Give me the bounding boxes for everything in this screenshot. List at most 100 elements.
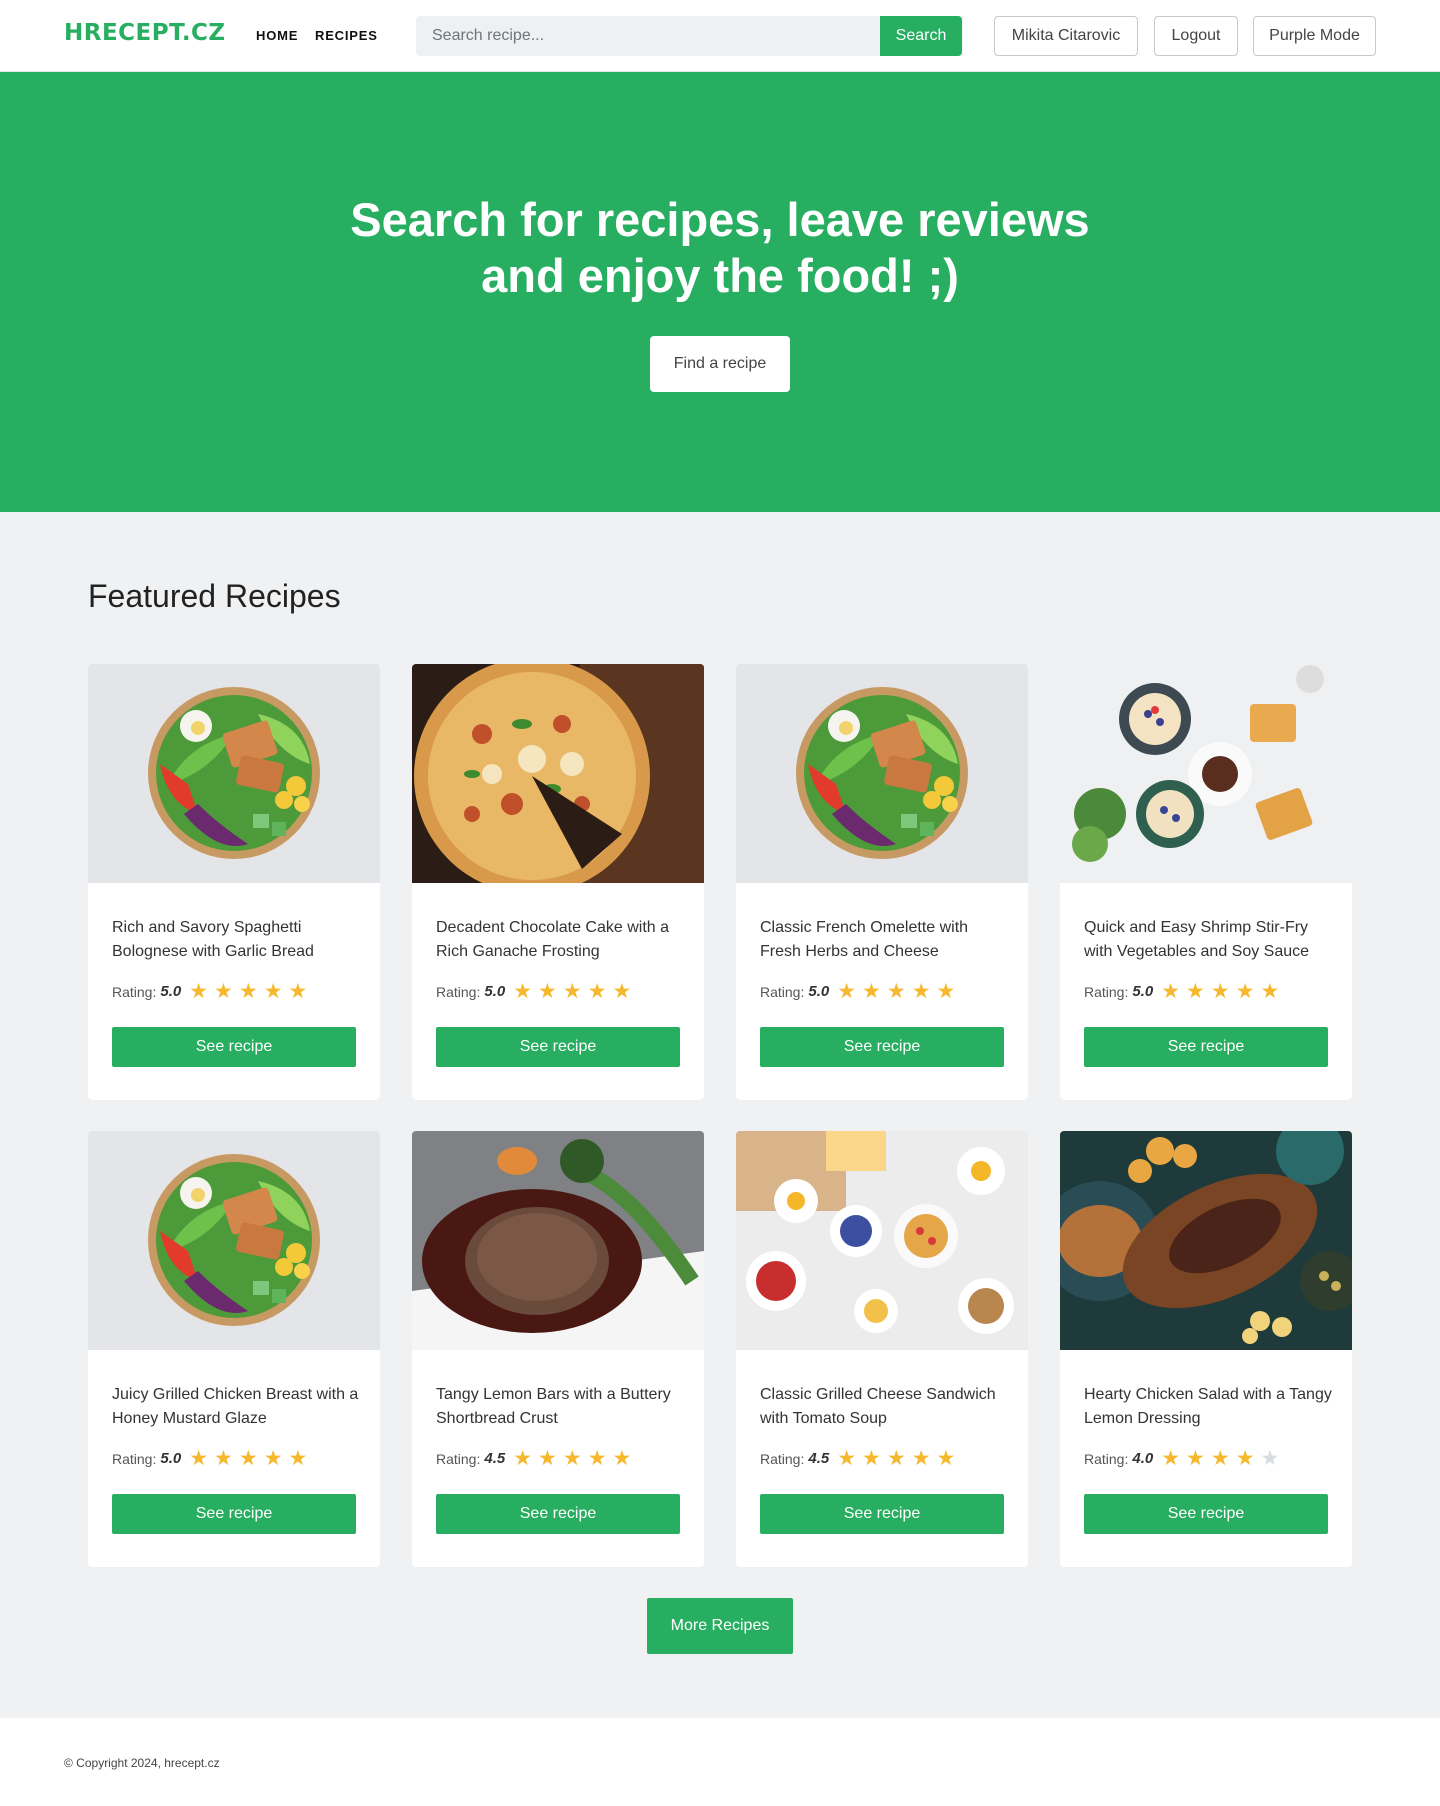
star-icon: ★ [1186, 980, 1205, 1003]
user-profile-button[interactable]: Mikita Citarovic [994, 16, 1138, 56]
star-icon: ★ [936, 980, 956, 1003]
rating-label: Rating: [112, 1450, 157, 1467]
recipe-title: Quick and Easy Shrimp Stir-Fry with Vege… [1084, 919, 1310, 960]
hero-banner: Search for recipes, leave reviews and en… [0, 72, 1440, 512]
rating-label: Rating: [436, 1450, 481, 1467]
see-recipe-button[interactable]: See recipe [1084, 1494, 1328, 1534]
star-icon: ★ [538, 980, 557, 1003]
star-icon: ★ [214, 980, 233, 1003]
recipe-title: Classic Grilled Cheese Sandwich with Tom… [760, 1386, 996, 1427]
copyright-text: © Copyright 2024, hrecept.cz [64, 1756, 220, 1770]
recipe-card: Juicy Grilled Chicken Breast with a Hone… [88, 1131, 380, 1567]
recipe-card: Rich and Savory Spaghetti Bolognese with… [88, 664, 380, 1100]
nav-recipes-link[interactable]: RECIPES [315, 28, 378, 43]
star-icon: ★ [189, 1447, 209, 1470]
rating-value: 5.0 [484, 983, 506, 1000]
recipe-image[interactable] [736, 664, 1028, 883]
star-icon: ★ [862, 980, 881, 1003]
search-button[interactable]: Search [880, 16, 962, 56]
rating-label: Rating: [436, 983, 481, 1000]
recipe-rating: Rating: 4.0 ★ ★ ★ ★ ★ [1084, 1448, 1285, 1469]
site-logo[interactable]: HRECEPT.CZ [64, 20, 226, 46]
star-icon: ★ [1210, 1447, 1230, 1470]
recipe-image[interactable] [1060, 1131, 1352, 1350]
recipe-rating: Rating: 5.0 ★ ★ ★ ★ ★ [436, 981, 637, 1002]
star-icon: ★ [288, 1447, 308, 1470]
star-icon: ★ [837, 980, 857, 1003]
star-icon: ★ [587, 1447, 607, 1470]
recipe-image[interactable] [88, 1131, 380, 1350]
recipe-card: Classic Grilled Cheese Sandwich with Tom… [736, 1131, 1028, 1567]
star-icon: ★ [612, 1447, 632, 1470]
site-header: HRECEPT.CZ HOME RECIPES Search Mikita Ci… [0, 0, 1440, 72]
star-icon: ★ [1210, 980, 1230, 1003]
star-icon: ★ [562, 980, 582, 1003]
star-icon: ★ [288, 980, 308, 1003]
purple-mode-button[interactable]: Purple Mode [1253, 16, 1376, 56]
star-icon: ★ [886, 1447, 906, 1470]
rating-label: Rating: [112, 983, 157, 1000]
see-recipe-button[interactable]: See recipe [112, 1027, 356, 1067]
star-icon: ★ [612, 980, 632, 1003]
star-icon: ★ [1186, 1447, 1205, 1470]
recipe-title: Hearty Chicken Salad with a Tangy Lemon … [1084, 1386, 1332, 1427]
recipe-title: Juicy Grilled Chicken Breast with a Hone… [112, 1386, 359, 1427]
recipe-title: Tangy Lemon Bars with a Buttery Shortbre… [436, 1386, 671, 1427]
hero-title: Search for recipes, leave reviews and en… [320, 192, 1120, 304]
recipe-title: Classic French Omelette with Fresh Herbs… [760, 919, 969, 960]
recipe-image[interactable] [1060, 664, 1352, 883]
more-recipes-button[interactable]: More Recipes [647, 1598, 793, 1654]
rating-value: 5.0 [808, 983, 830, 1000]
star-icon: ★ [1260, 980, 1280, 1003]
see-recipe-button[interactable]: See recipe [760, 1494, 1004, 1534]
star-icon: ★ [1161, 1447, 1181, 1470]
star-icon: ★ [862, 1447, 881, 1470]
rating-label: Rating: [760, 983, 805, 1000]
rating-label: Rating: [1084, 1450, 1129, 1467]
rating-label: Rating: [760, 1450, 805, 1467]
rating-value: 4.5 [808, 1450, 830, 1467]
star-icon: ★ [587, 980, 607, 1003]
hero-title-line-2: and enjoy the food! ;) [481, 249, 959, 302]
recipe-title: Decadent Chocolate Cake with a Rich Gana… [436, 919, 670, 960]
star-icon: ★ [238, 980, 258, 1003]
see-recipe-button[interactable]: See recipe [1084, 1027, 1328, 1067]
recipe-image[interactable] [412, 1131, 704, 1350]
see-recipe-button[interactable]: See recipe [760, 1027, 1004, 1067]
star-icon: ★ [886, 980, 906, 1003]
rating-value: 4.5 [484, 1450, 506, 1467]
star-icon: ★ [513, 980, 533, 1003]
see-recipe-button[interactable]: See recipe [436, 1494, 680, 1534]
recipe-image[interactable] [736, 1131, 1028, 1350]
recipe-card: Decadent Chocolate Cake with a Rich Gana… [412, 664, 704, 1100]
star-icon: ★ [837, 1447, 857, 1470]
rating-value: 5.0 [1132, 983, 1154, 1000]
star-icon: ★ [238, 1447, 258, 1470]
recipe-rating: Rating: 5.0 ★ ★ ★ ★ ★ [760, 981, 961, 1002]
star-icon: ★ [214, 1447, 233, 1470]
star-icon: ★ [263, 1447, 283, 1470]
recipe-rating: Rating: 4.5 ★ ★ ★ ★ ★ [760, 1448, 961, 1469]
nav-home-link[interactable]: HOME [256, 28, 298, 43]
star-icon: ★ [538, 1447, 557, 1470]
see-recipe-button[interactable]: See recipe [436, 1027, 680, 1067]
star-icon: ★ [263, 980, 283, 1003]
recipe-rating: Rating: 5.0 ★ ★ ★ ★ ★ [112, 981, 313, 1002]
find-recipe-button[interactable]: Find a recipe [650, 336, 790, 392]
star-icon: ★ [562, 1447, 582, 1470]
star-icon: ★ [911, 1447, 931, 1470]
star-icon: ★ [1260, 1447, 1280, 1470]
logout-button[interactable]: Logout [1154, 16, 1238, 56]
see-recipe-button[interactable]: See recipe [112, 1494, 356, 1534]
hero-title-line-1: Search for recipes, leave reviews [350, 193, 1090, 246]
recipe-rating: Rating: 5.0 ★ ★ ★ ★ ★ [1084, 981, 1285, 1002]
star-icon: ★ [1235, 980, 1255, 1003]
star-icon: ★ [189, 980, 209, 1003]
star-icon: ★ [1235, 1447, 1255, 1470]
recipe-image[interactable] [88, 664, 380, 883]
star-icon: ★ [911, 980, 931, 1003]
star-icon: ★ [936, 1447, 956, 1470]
recipe-image[interactable] [412, 664, 704, 883]
rating-value: 5.0 [160, 1450, 182, 1467]
site-footer: © Copyright 2024, hrecept.cz [0, 1718, 1440, 1806]
